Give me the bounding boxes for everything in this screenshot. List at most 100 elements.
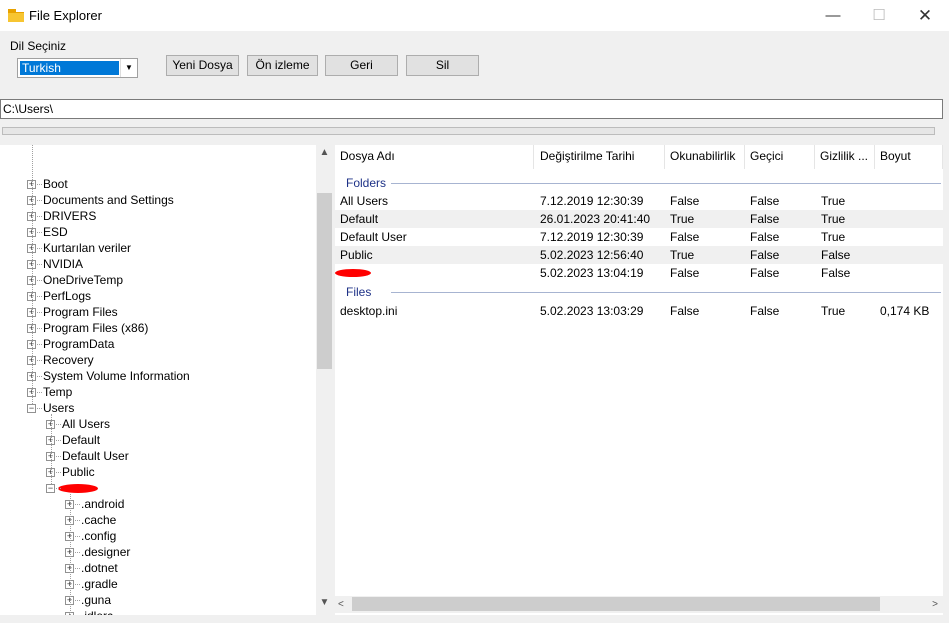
tree-item[interactable]: + Public [0, 464, 314, 480]
tree-item[interactable]: + .dotnet [0, 560, 314, 576]
tree-item-label: ESD [43, 225, 68, 239]
delete-button[interactable]: Sil [406, 55, 479, 76]
column-header[interactable]: Dosya Adı [335, 145, 534, 169]
tree-item-label: .android [81, 497, 125, 511]
table-row[interactable]: All Users 7.12.2019 12:30:39 False False Tru… [335, 192, 943, 210]
tree-item[interactable]: + PerfLogs [0, 288, 314, 304]
tree-item[interactable]: + .designer [0, 544, 314, 560]
window-title: File Explorer [29, 8, 102, 23]
table-row[interactable]: Default User 7.12.2019 12:30:39 False False… [335, 228, 943, 246]
group-divider [391, 292, 941, 293]
scroll-thumb[interactable] [352, 597, 880, 611]
tree-item-label: .dotnet [81, 561, 118, 575]
tree-connector [37, 264, 42, 265]
back-button[interactable]: Geri [325, 55, 398, 76]
list-horizontal-scrollbar[interactable]: < > [335, 596, 943, 613]
scroll-right-icon[interactable]: > [932, 596, 938, 613]
tree-item[interactable]: + OneDriveTemp [0, 272, 314, 288]
tree-item[interactable]: + .cache [0, 512, 314, 528]
tree-connector [56, 440, 61, 441]
tree-item-label: Documents and Settings [43, 193, 174, 207]
tree-item[interactable]: − Users [0, 400, 314, 416]
new-file-button[interactable]: Yeni Dosya [166, 55, 239, 76]
scroll-up-icon[interactable]: ▲ [316, 147, 333, 161]
language-select[interactable]: Turkish ▼ [17, 58, 138, 78]
table-cell: All Users [340, 194, 389, 208]
preview-button[interactable]: Ön izleme [247, 55, 318, 76]
tree-item[interactable]: + Default User [0, 448, 314, 464]
tree-item[interactable]: + Kurtarılan veriler [0, 240, 314, 256]
tree-item[interactable]: + .gradle [0, 576, 314, 592]
scroll-left-icon[interactable]: < [338, 596, 344, 613]
table-cell: False [821, 266, 851, 280]
tree-connector [37, 312, 42, 313]
tree-item[interactable]: + Documents and Settings [0, 192, 314, 208]
table-cell: False [670, 266, 700, 280]
tree-item[interactable]: + NVIDIA [0, 256, 314, 272]
tree-item-label: .guna [81, 593, 112, 607]
tree-item-label: Temp [43, 385, 73, 399]
tree-item[interactable]: + Program Files [0, 304, 314, 320]
column-header[interactable]: Değiştirilme Tarihi [535, 145, 665, 169]
tree-item[interactable]: +.idlerc [0, 608, 314, 615]
tree-item[interactable]: + Recovery [0, 352, 314, 368]
tree-item[interactable]: − [0, 480, 314, 496]
tree-item-label: Program Files (x86) [43, 321, 149, 335]
collapse-icon[interactable]: − [46, 484, 55, 493]
tree-item[interactable]: + ESD [0, 224, 314, 240]
table-cell: True [821, 194, 846, 208]
table-row[interactable]: 5.02.2023 13:04:19 False False False [335, 264, 943, 282]
tree-item[interactable]: + System Volume Information [0, 368, 314, 384]
table-row[interactable]: Default 26.01.2023 20:41:40 True False True [335, 210, 943, 228]
scroll-down-icon[interactable]: ▼ [316, 597, 333, 613]
table-cell: False [750, 266, 780, 280]
table-cell: False [670, 230, 700, 244]
tree-item-label: PerfLogs [43, 289, 92, 303]
table-row[interactable]: Public 5.02.2023 12:56:40 True False False [335, 246, 943, 264]
tree-item[interactable]: + ProgramData [0, 336, 314, 352]
maximize-button[interactable]: ☐ [856, 0, 902, 31]
file-list[interactable]: < > Dosya Adı Değiştirilme Tarihi Okunabil… [335, 145, 943, 615]
tree-item[interactable]: + All Users [0, 416, 314, 432]
tree-item-label: .gradle [81, 577, 118, 591]
tree-connector [56, 456, 61, 457]
tree-item-label: OneDriveTemp [43, 273, 124, 287]
close-button[interactable]: ✕ [902, 0, 948, 31]
tree-item[interactable]: + Boot [0, 176, 314, 192]
tree-item[interactable]: + Program Files (x86) [0, 320, 314, 336]
tree-item[interactable]: + Default [0, 432, 314, 448]
column-header[interactable]: Boyut [875, 145, 943, 169]
tree-item-label: All Users [62, 417, 111, 431]
tree-item[interactable]: + .android [0, 496, 314, 512]
tree-item-label: .config [81, 529, 117, 543]
table-cell: Public [340, 248, 373, 262]
tree-item[interactable]: + Temp [0, 384, 314, 400]
tree-item-label: .designer [81, 545, 131, 559]
table-row[interactable]: desktop.ini 5.02.2023 13:03:29 False False T… [335, 302, 943, 320]
tree-item[interactable]: + .config [0, 528, 314, 544]
table-cell: True [670, 248, 695, 262]
dropdown-arrow-icon[interactable]: ▼ [120, 59, 137, 77]
redacted-name [335, 269, 371, 277]
collapse-icon[interactable]: − [27, 404, 36, 413]
table-cell: True [821, 230, 846, 244]
tree-item[interactable]: + DRIVERS [0, 208, 314, 224]
path-input[interactable]: C:\Users\ [0, 99, 943, 119]
minimize-button[interactable]: — [810, 0, 856, 31]
tree-item-label: DRIVERS [43, 209, 97, 223]
tree-item[interactable]: + .guna [0, 592, 314, 608]
tree-connector [37, 392, 42, 393]
scroll-thumb[interactable] [317, 193, 332, 369]
table-cell: 0,174 KB [880, 304, 930, 318]
tree-connector [75, 568, 80, 569]
tree-vertical-scrollbar[interactable]: ▲ ▼ [316, 145, 333, 615]
folder-tree[interactable]: ▲ ▼ + Boot + Documents and Settings + DRIVERS… [0, 145, 333, 615]
tree-connector [75, 504, 80, 505]
column-header[interactable]: Geçici [745, 145, 815, 169]
tree-item-label: .cache [81, 513, 117, 527]
column-header[interactable]: Gizlilik ... [815, 145, 875, 169]
tree-connector [37, 360, 42, 361]
progress-bar [2, 127, 935, 135]
redacted-label [58, 484, 98, 493]
column-header[interactable]: Okunabilirlik [665, 145, 745, 169]
